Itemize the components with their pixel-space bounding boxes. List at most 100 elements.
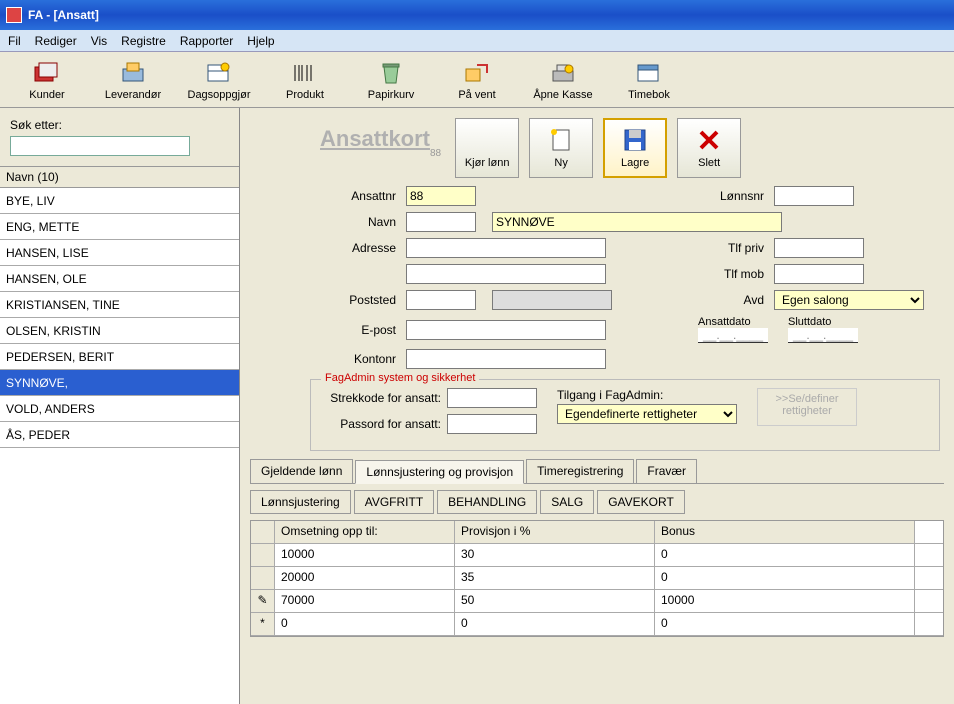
epost-input[interactable] xyxy=(406,320,606,340)
tab[interactable]: Timeregistrering xyxy=(526,459,634,483)
poststed-code-input[interactable] xyxy=(406,290,476,310)
lonnsnr-input[interactable] xyxy=(774,186,854,206)
list-item[interactable]: BYE, LIV xyxy=(0,188,239,214)
adresse1-input[interactable] xyxy=(406,238,606,258)
cell-provisjon[interactable]: 50 xyxy=(455,590,655,612)
tab[interactable]: Fravær xyxy=(636,459,697,483)
password-label: Passord for ansatt: xyxy=(321,417,441,431)
kontonr-input[interactable] xyxy=(406,349,606,369)
table-row[interactable]: ✎700005010000 xyxy=(251,590,943,613)
list-item[interactable]: ENG, METTE xyxy=(0,214,239,240)
navn-last-input[interactable] xyxy=(492,212,782,232)
save-button[interactable]: Lagre xyxy=(603,118,667,178)
list-item[interactable]: HANSEN, LISE xyxy=(0,240,239,266)
search-panel: Søk etter: xyxy=(0,108,239,167)
cell-omsetning[interactable]: 10000 xyxy=(275,544,455,566)
main-panel: Ansattkort 88 Kjør lønn Ny xyxy=(240,108,954,704)
list-item[interactable]: SYNNØVE, xyxy=(0,370,239,396)
search-input[interactable] xyxy=(10,136,190,156)
tlfpriv-label: Tlf priv xyxy=(698,241,768,255)
menu-rediger[interactable]: Rediger xyxy=(35,34,77,48)
sidebar: Søk etter: Navn (10) BYE, LIVENG, METTEH… xyxy=(0,108,240,704)
cell-bonus[interactable]: 10000 xyxy=(655,590,915,612)
tool-kunder[interactable]: Kunder xyxy=(8,56,86,104)
password-input[interactable] xyxy=(447,414,537,434)
provision-grid[interactable]: Omsetning opp til: Provisjon i % Bonus 1… xyxy=(250,520,944,637)
cell-provisjon[interactable]: 35 xyxy=(455,567,655,589)
cell-bonus[interactable]: 0 xyxy=(655,544,915,566)
list-item[interactable]: VOLD, ANDERS xyxy=(0,396,239,422)
ledger-icon xyxy=(205,59,233,87)
tool-leverandor[interactable]: Leverandør xyxy=(94,56,172,104)
tool-dagsoppgjor[interactable]: Dagsoppgjør xyxy=(180,56,258,104)
cards-icon xyxy=(33,59,61,87)
tabstrip: Gjeldende lønnLønnsjustering og provisjo… xyxy=(250,459,944,484)
save-label: Lagre xyxy=(621,157,649,169)
table-row[interactable]: 20000350 xyxy=(251,567,943,590)
ansattnr-input[interactable] xyxy=(406,186,476,206)
adresse-label: Adresse xyxy=(310,241,400,255)
delete-button[interactable]: Slett xyxy=(677,118,741,178)
subtab[interactable]: Lønnsjustering xyxy=(250,490,351,514)
tool-leverandor-label: Leverandør xyxy=(105,89,161,101)
subtab[interactable]: GAVEKORT xyxy=(597,490,685,514)
subtab[interactable]: SALG xyxy=(540,490,594,514)
col-provisjon: Provisjon i % xyxy=(455,521,655,543)
employee-list[interactable]: BYE, LIVENG, METTEHANSEN, LISEHANSEN, OL… xyxy=(0,188,239,704)
calendar-icon xyxy=(635,59,663,87)
list-item[interactable]: PEDERSEN, BERIT xyxy=(0,344,239,370)
tool-papirkurv[interactable]: Papirkurv xyxy=(352,56,430,104)
tab[interactable]: Gjeldende lønn xyxy=(250,459,353,483)
run-label: Kjør lønn xyxy=(465,158,510,169)
menu-vis[interactable]: Vis xyxy=(91,34,107,48)
epost-label: E-post xyxy=(310,323,400,337)
cell-bonus[interactable]: 0 xyxy=(655,567,915,589)
ansattdato-input[interactable] xyxy=(698,328,768,343)
cell-bonus[interactable]: 0 xyxy=(655,613,915,635)
avd-select[interactable]: Egen salong xyxy=(774,290,924,310)
subtabs: LønnsjusteringAVGFRITTBEHANDLINGSALGGAVE… xyxy=(250,490,944,514)
run-payroll-button[interactable]: Kjør lønn xyxy=(455,118,519,178)
subtab[interactable]: AVGFRITT xyxy=(354,490,434,514)
cell-provisjon[interactable]: 0 xyxy=(455,613,655,635)
cell-omsetning[interactable]: 20000 xyxy=(275,567,455,589)
list-item[interactable]: HANSEN, OLE xyxy=(0,266,239,292)
sluttdato-input[interactable] xyxy=(788,328,858,343)
cell-omsetning[interactable]: 0 xyxy=(275,613,455,635)
security-group: FagAdmin system og sikkerhet Strekkode f… xyxy=(310,379,940,451)
cell-provisjon[interactable]: 30 xyxy=(455,544,655,566)
list-item[interactable]: ÅS, PEDER xyxy=(0,422,239,448)
tool-paavent[interactable]: På vent xyxy=(438,56,516,104)
supplier-icon xyxy=(119,59,147,87)
barcode-input[interactable] xyxy=(447,388,537,408)
access-select[interactable]: Egendefinerte rettigheter xyxy=(557,404,737,424)
table-row[interactable]: *000 xyxy=(251,613,943,636)
adresse2-input[interactable] xyxy=(406,264,606,284)
tlfpriv-input[interactable] xyxy=(774,238,864,258)
tool-dagsoppgjor-label: Dagsoppgjør xyxy=(188,89,251,101)
subtab[interactable]: BEHANDLING xyxy=(437,490,537,514)
menu-registre[interactable]: Registre xyxy=(121,34,166,48)
tool-produkt[interactable]: Produkt xyxy=(266,56,344,104)
col-bonus: Bonus xyxy=(655,521,915,543)
toolbar: Kunder Leverandør Dagsoppgjør Produkt Pa… xyxy=(0,52,954,108)
navn-label: Navn xyxy=(310,215,400,229)
tool-timebok[interactable]: Timebok xyxy=(610,56,688,104)
tool-apnekasse[interactable]: Åpne Kasse xyxy=(524,56,602,104)
navn-first-input[interactable] xyxy=(406,212,476,232)
table-row[interactable]: 10000300 xyxy=(251,544,943,567)
menu-rapporter[interactable]: Rapporter xyxy=(180,34,233,48)
menu-hjelp[interactable]: Hjelp xyxy=(247,34,274,48)
sluttdato-label: Sluttdato xyxy=(788,316,858,328)
new-button[interactable]: Ny xyxy=(529,118,593,178)
employee-form: Ansattnr Lønnsnr Navn Adresse Tlf priv T… xyxy=(310,186,944,369)
col-omsetning: Omsetning opp til: xyxy=(275,521,455,543)
list-item[interactable]: KRISTIANSEN, TINE xyxy=(0,292,239,318)
tab[interactable]: Lønnsjustering og provisjon xyxy=(355,460,524,484)
tlfmob-input[interactable] xyxy=(774,264,864,284)
menu-fil[interactable]: Fil xyxy=(8,34,21,48)
lonnsnr-label: Lønnsnr xyxy=(698,189,768,203)
tlfmob-label: Tlf mob xyxy=(698,267,768,281)
cell-omsetning[interactable]: 70000 xyxy=(275,590,455,612)
list-item[interactable]: OLSEN, KRISTIN xyxy=(0,318,239,344)
